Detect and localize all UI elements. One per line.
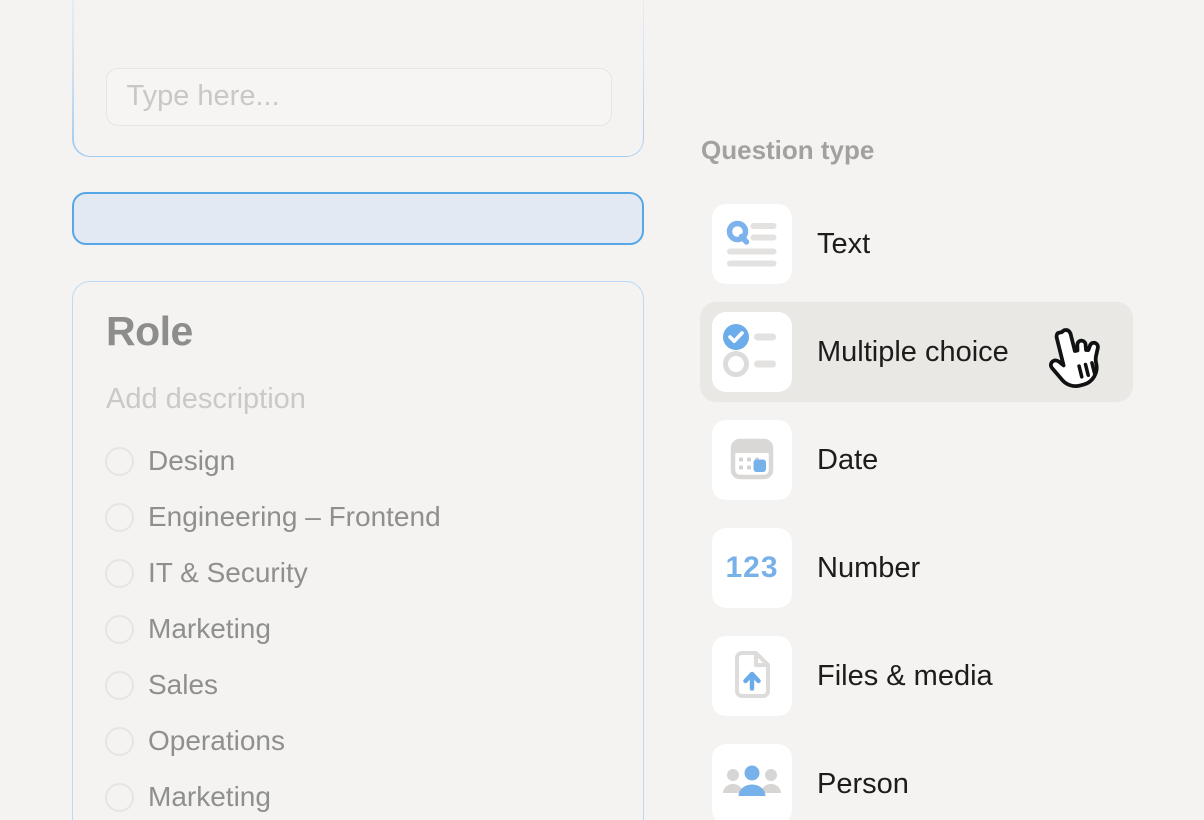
role-question-card: Role Add description Design Engineering … (72, 281, 644, 820)
calendar-icon (712, 420, 792, 500)
drop-placeholder-bar[interactable] (72, 192, 644, 245)
option-row[interactable]: IT & Security (105, 545, 605, 601)
question-title[interactable]: Role (106, 308, 193, 355)
question-type-label: Date (817, 444, 878, 477)
option-row[interactable]: Operations (105, 713, 605, 769)
question-type-item-date[interactable]: Date (700, 410, 1133, 510)
question-type-item-person[interactable]: Person (700, 734, 1133, 820)
question-card (72, 0, 644, 157)
file-upload-icon (712, 636, 792, 716)
question-type-item-number[interactable]: 123 Number (700, 518, 1133, 618)
option-row[interactable]: Marketing (105, 601, 605, 657)
option-label: IT & Security (148, 557, 308, 589)
question-type-label: Multiple choice (817, 336, 1009, 369)
question-description-placeholder[interactable]: Add description (106, 383, 306, 416)
question-text-input[interactable] (106, 68, 612, 126)
question-type-item-text[interactable]: Text (700, 194, 1133, 294)
question-type-label: Files & media (817, 660, 993, 693)
option-label: Design (148, 445, 235, 477)
question-type-heading: Question type (701, 135, 874, 166)
radio-icon (105, 447, 134, 476)
option-label: Engineering – Frontend (148, 501, 441, 533)
option-row[interactable]: Marketing (105, 769, 605, 820)
radio-icon (105, 727, 134, 756)
question-type-label: Text (817, 228, 870, 261)
option-label: Operations (148, 725, 285, 757)
option-row[interactable]: Sales (105, 657, 605, 713)
radio-icon (105, 559, 134, 588)
person-icon (712, 744, 792, 820)
option-label: Marketing (148, 613, 271, 645)
multiple-choice-icon (712, 312, 792, 392)
radio-icon (105, 671, 134, 700)
radio-icon (105, 783, 134, 812)
option-row[interactable]: Engineering – Frontend (105, 489, 605, 545)
radio-icon (105, 615, 134, 644)
question-type-item-files-media[interactable]: Files & media (700, 626, 1133, 726)
option-label: Sales (148, 669, 218, 701)
question-type-label: Number (817, 552, 920, 585)
text-question-icon (712, 204, 792, 284)
question-type-label: Person (817, 768, 909, 801)
options-list: Design Engineering – Frontend IT & Secur… (105, 433, 605, 820)
number-123-icon: 123 (712, 528, 792, 608)
number-123-glyph: 123 (725, 551, 778, 585)
option-label: Marketing (148, 781, 271, 813)
radio-icon (105, 503, 134, 532)
question-card-body (74, 0, 643, 156)
option-row[interactable]: Design (105, 433, 605, 489)
question-type-item-multiple-choice[interactable]: Multiple choice (700, 302, 1133, 402)
